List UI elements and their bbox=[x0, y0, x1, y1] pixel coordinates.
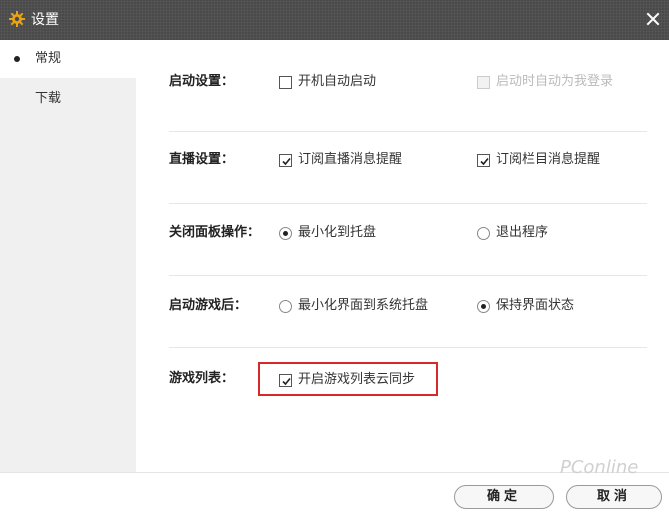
settings-panel: 启动设置： 开机自动启动 启动时自动为我登录 直播设置： 订阅直播消息提醒 订阅… bbox=[136, 40, 669, 472]
after-launch-label: 启动游戏后： bbox=[169, 298, 248, 313]
close-panel-label: 关闭面板操作： bbox=[169, 225, 261, 240]
sidebar-item-label: 常规 bbox=[35, 51, 62, 66]
startup-label: 启动设置： bbox=[169, 74, 235, 89]
gear-icon bbox=[9, 11, 25, 27]
divider bbox=[169, 347, 647, 348]
keep-ui-radio[interactable]: 保持界面状态 bbox=[477, 297, 574, 315]
auto-start-checkbox[interactable]: 开机自动启动 bbox=[279, 73, 376, 91]
window-title: 设置 bbox=[31, 12, 59, 28]
active-dot-icon bbox=[14, 56, 20, 62]
ok-button[interactable]: 确定 bbox=[454, 485, 554, 509]
minimize-ui-label: 最小化界面到系统托盘 bbox=[298, 298, 429, 313]
watermark-logo: PConline bbox=[560, 457, 639, 478]
radio-unselected-icon bbox=[477, 226, 490, 240]
live-notify-label: 订阅直播消息提醒 bbox=[298, 152, 403, 167]
checkbox-checked-icon bbox=[279, 153, 292, 167]
column-notify-label: 订阅栏目消息提醒 bbox=[496, 152, 601, 167]
divider bbox=[169, 131, 647, 132]
minimize-ui-radio[interactable]: 最小化界面到系统托盘 bbox=[279, 297, 428, 315]
auto-login-checkbox: 启动时自动为我登录 bbox=[477, 73, 613, 91]
divider bbox=[169, 203, 647, 204]
live-notify-checkbox[interactable]: 订阅直播消息提醒 bbox=[279, 151, 402, 169]
minimize-to-tray-label: 最小化到托盘 bbox=[298, 225, 377, 240]
radio-selected-icon bbox=[477, 299, 490, 313]
sidebar-item-label: 下载 bbox=[35, 91, 62, 106]
sidebar-item-general[interactable]: 常规 bbox=[0, 40, 136, 78]
minimize-to-tray-radio[interactable]: 最小化到托盘 bbox=[279, 224, 376, 242]
divider bbox=[169, 275, 647, 276]
checkbox-disabled-icon bbox=[477, 75, 490, 89]
live-label: 直播设置： bbox=[169, 152, 235, 167]
radio-unselected-icon bbox=[279, 299, 292, 313]
column-notify-checkbox[interactable]: 订阅栏目消息提醒 bbox=[477, 151, 600, 169]
exit-program-label: 退出程序 bbox=[496, 225, 549, 240]
checkbox-unchecked-icon bbox=[279, 75, 292, 89]
cancel-button[interactable]: 取消 bbox=[566, 485, 662, 509]
keep-ui-label: 保持界面状态 bbox=[496, 298, 575, 313]
game-list-label: 游戏列表： bbox=[169, 371, 235, 386]
dialog-footer: 确定 取消 bbox=[0, 472, 669, 513]
sidebar-item-download[interactable]: 下载 bbox=[0, 80, 136, 118]
close-icon[interactable] bbox=[643, 9, 663, 29]
radio-selected-icon bbox=[279, 226, 292, 240]
title-bar: 设置 bbox=[0, 0, 669, 40]
checkbox-checked-icon bbox=[477, 153, 490, 167]
auto-start-label: 开机自动启动 bbox=[298, 74, 377, 89]
auto-login-label: 启动时自动为我登录 bbox=[496, 74, 614, 89]
highlight-box bbox=[258, 362, 438, 396]
sidebar: 常规 下载 bbox=[0, 40, 136, 472]
exit-program-radio[interactable]: 退出程序 bbox=[477, 224, 548, 242]
